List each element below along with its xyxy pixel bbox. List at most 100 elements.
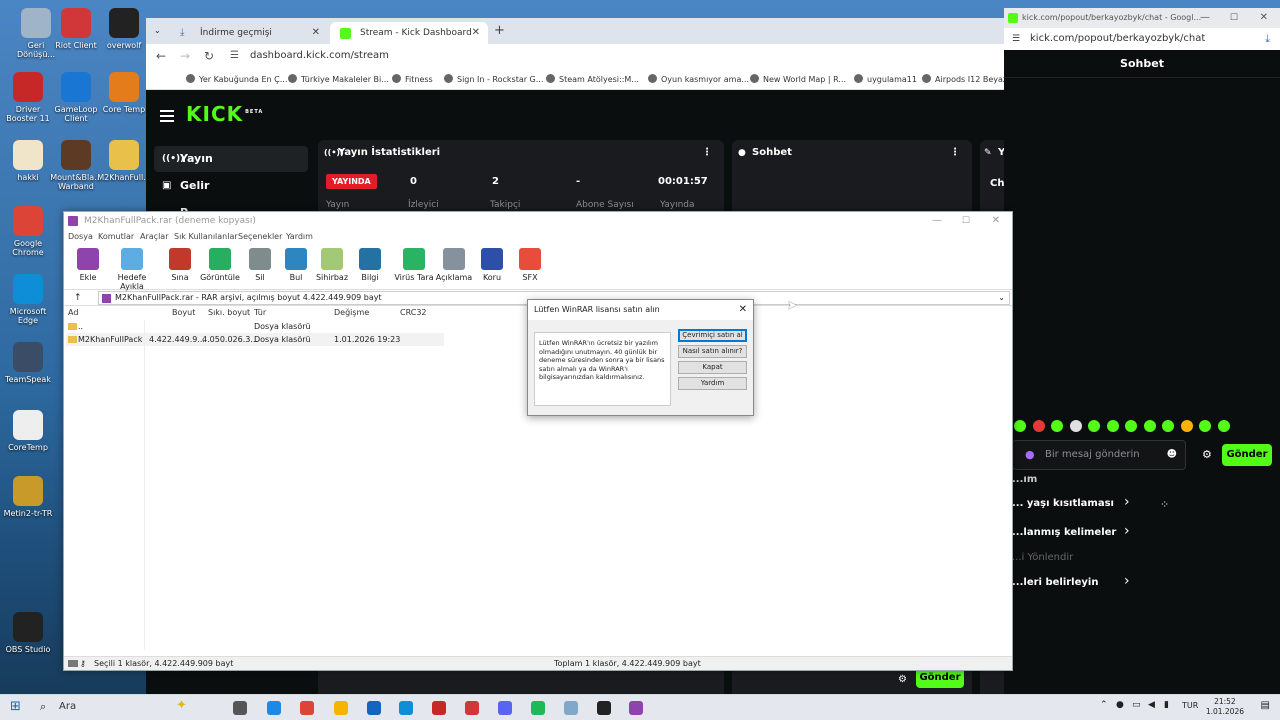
tab-kick-dashboard[interactable]: Stream - Kick Dashboard ✕ — [330, 22, 488, 44]
emote-icon[interactable] — [1180, 420, 1193, 432]
minimize-icon[interactable]: — — [932, 212, 942, 230]
close-icon[interactable]: ✕ — [739, 300, 747, 320]
close-icon[interactable]: ✕ — [992, 212, 1000, 230]
buy-online-button[interactable]: Çevrimiçi satın al — [678, 329, 747, 342]
battery-icon[interactable]: ▮ — [1164, 700, 1169, 710]
tab-search-chevron-icon[interactable]: ⌄ — [154, 26, 161, 35]
emote-icon[interactable] — [1032, 420, 1045, 432]
menu-item[interactable]: Sık Kullanılanlar — [174, 232, 238, 241]
desktop-icon[interactable]: CoreTemp — [0, 410, 56, 452]
network-icon[interactable]: ▭ — [1132, 700, 1141, 710]
bookmark-item[interactable]: Fitness — [392, 74, 433, 84]
taskbar-app-icon[interactable] — [597, 701, 611, 715]
notification-icon[interactable]: ▤ — [1261, 700, 1270, 711]
desktop-icon[interactable]: Microsoft Edge — [0, 274, 56, 325]
emote-icon[interactable] — [1088, 420, 1100, 432]
taskbar-app-icon[interactable] — [432, 701, 446, 715]
chat-menu-item[interactable]: ...ım — [1012, 474, 1037, 485]
chat-menu-set-rules[interactable]: ...leri belirleyin — [1012, 577, 1098, 588]
language-indicator[interactable]: TUR — [1182, 701, 1198, 710]
bookmark-item[interactable]: Steam Atölyesi::M... — [546, 74, 639, 84]
bookmark-item[interactable]: New World Map | R... — [750, 74, 846, 84]
reload-icon[interactable]: ↻ — [204, 49, 214, 63]
emote-icon[interactable] — [1125, 420, 1137, 432]
tab-downloads[interactable]: ⤓ İndirme geçmişi ✕ — [170, 22, 328, 44]
bookmark-item[interactable]: Sign In - Rockstar G... — [444, 74, 543, 84]
column-header[interactable]: Değişme — [334, 308, 369, 317]
windows-start-icon[interactable]: ⊞ — [10, 699, 21, 714]
more-vertical-icon[interactable]: ⋮ — [702, 140, 712, 166]
toolbar-button[interactable]: Virüs Tara — [392, 246, 436, 282]
taskbar-app-icon[interactable] — [629, 701, 643, 715]
taskbar-clock[interactable]: 21:52 1.01.2026 — [1206, 697, 1244, 717]
menu-item[interactable]: Komutlar — [98, 232, 134, 241]
microphone-icon[interactable]: ● — [1116, 700, 1124, 710]
taskbar-app-icon[interactable] — [267, 701, 281, 715]
minimize-icon[interactable]: — — [1200, 8, 1210, 28]
desktop-icon[interactable]: M2KhanFull... — [96, 140, 152, 182]
new-tab-plus-icon[interactable]: + — [494, 23, 505, 38]
desktop-icon[interactable]: OBS Studio — [0, 612, 56, 654]
maximize-icon[interactable]: ☐ — [962, 212, 970, 230]
back-arrow-icon[interactable]: ← — [156, 49, 166, 63]
chat-menu-redirect[interactable]: ...i Yönlendir — [1012, 552, 1073, 563]
toolbar-button[interactable]: SFX — [508, 246, 552, 282]
emote-icon[interactable] — [1051, 420, 1063, 432]
toolbar-button[interactable]: Ekle — [66, 246, 110, 282]
bookmark-item[interactable]: uygulama11 — [854, 74, 917, 84]
menu-hamburger-icon[interactable] — [160, 110, 174, 112]
sidebar-item-yayin[interactable]: ((•)) Yayın — [154, 146, 308, 172]
more-vertical-icon[interactable]: ⋮ — [950, 140, 960, 166]
close-button[interactable]: Kapat — [678, 361, 747, 374]
bookmark-item[interactable]: Yer Kabuğunda En Ç... — [186, 74, 287, 84]
close-tab-icon[interactable]: ✕ — [472, 22, 480, 44]
toolbar-button[interactable]: Bilgi — [348, 246, 392, 282]
emoji-icon[interactable]: ☻ — [1167, 441, 1177, 469]
taskbar-search-label[interactable]: Ara — [59, 701, 76, 712]
column-header[interactable]: Ad — [68, 308, 78, 317]
taskbar-app-icon[interactable] — [564, 701, 578, 715]
up-arrow-icon[interactable]: ↑ — [74, 290, 82, 306]
chat-menu-age-restriction[interactable]: ... yaşı kısıtlaması — [1012, 498, 1114, 509]
column-header[interactable]: Tür — [254, 308, 266, 317]
bookmark-item[interactable]: Oyun kasmıyor ama... — [648, 74, 749, 84]
menu-item[interactable]: Yardım — [286, 232, 313, 241]
menu-item[interactable]: Seçenekler — [238, 232, 282, 241]
column-header[interactable]: Boyut — [172, 308, 195, 317]
download-icon[interactable]: ⤓ — [1265, 28, 1270, 50]
desktop-icon[interactable]: TeamSpeak — [0, 342, 56, 384]
tray-chevron-icon[interactable]: ⌃ — [1100, 700, 1108, 710]
emote-icon[interactable] — [1162, 420, 1174, 432]
taskbar-app-icon[interactable] — [300, 701, 314, 715]
forward-arrow-icon[interactable]: → — [180, 49, 190, 63]
menu-item[interactable]: Dosya — [68, 232, 93, 241]
bookmark-item[interactable]: Türkiye Makaleler Bi... — [288, 74, 389, 84]
taskbar-app-icon[interactable] — [531, 701, 545, 715]
site-settings-icon[interactable]: ☰ — [1012, 28, 1020, 50]
settings-gear-icon[interactable]: ⚙ — [898, 674, 907, 685]
close-tab-icon[interactable]: ✕ — [312, 22, 320, 44]
taskbar-app-icon[interactable] — [233, 701, 247, 715]
emote-icon[interactable] — [1199, 420, 1211, 432]
table-row[interactable]: .. Dosya klasörü — [66, 320, 444, 333]
site-settings-icon[interactable]: ☰ — [230, 50, 239, 61]
toolbar-button[interactable]: Görüntüle — [198, 246, 242, 282]
search-icon[interactable]: ⌕ — [40, 700, 46, 714]
volume-icon[interactable]: ◀ — [1148, 700, 1155, 710]
desktop-icon[interactable]: Google Chrome — [0, 206, 56, 257]
how-to-buy-button[interactable]: Nasıl satın alınır? — [678, 345, 747, 358]
close-icon[interactable]: ✕ — [1260, 8, 1268, 28]
column-header[interactable]: Sıkı. boyut — [208, 308, 250, 317]
emote-icon[interactable] — [1143, 420, 1156, 432]
popout-send-button[interactable]: Gönder — [1222, 444, 1272, 466]
sidebar-item-gelir[interactable]: ▣ Gelir — [154, 173, 308, 199]
microphone-icon[interactable]: ● — [1025, 441, 1035, 469]
menu-item[interactable]: Araçlar — [140, 232, 168, 241]
column-header[interactable]: CRC32 — [400, 308, 427, 317]
table-row[interactable]: M2KhanFullPack 4.422.449.9... 4.050.026.3.… — [66, 333, 444, 346]
emote-icon[interactable] — [1014, 420, 1026, 432]
taskbar-app-icon[interactable] — [465, 701, 479, 715]
maximize-icon[interactable]: ☐ — [1230, 8, 1238, 28]
more-options-icon[interactable]: ⁘ — [1160, 498, 1169, 511]
chevron-down-icon[interactable]: ⌄ — [998, 292, 1005, 304]
